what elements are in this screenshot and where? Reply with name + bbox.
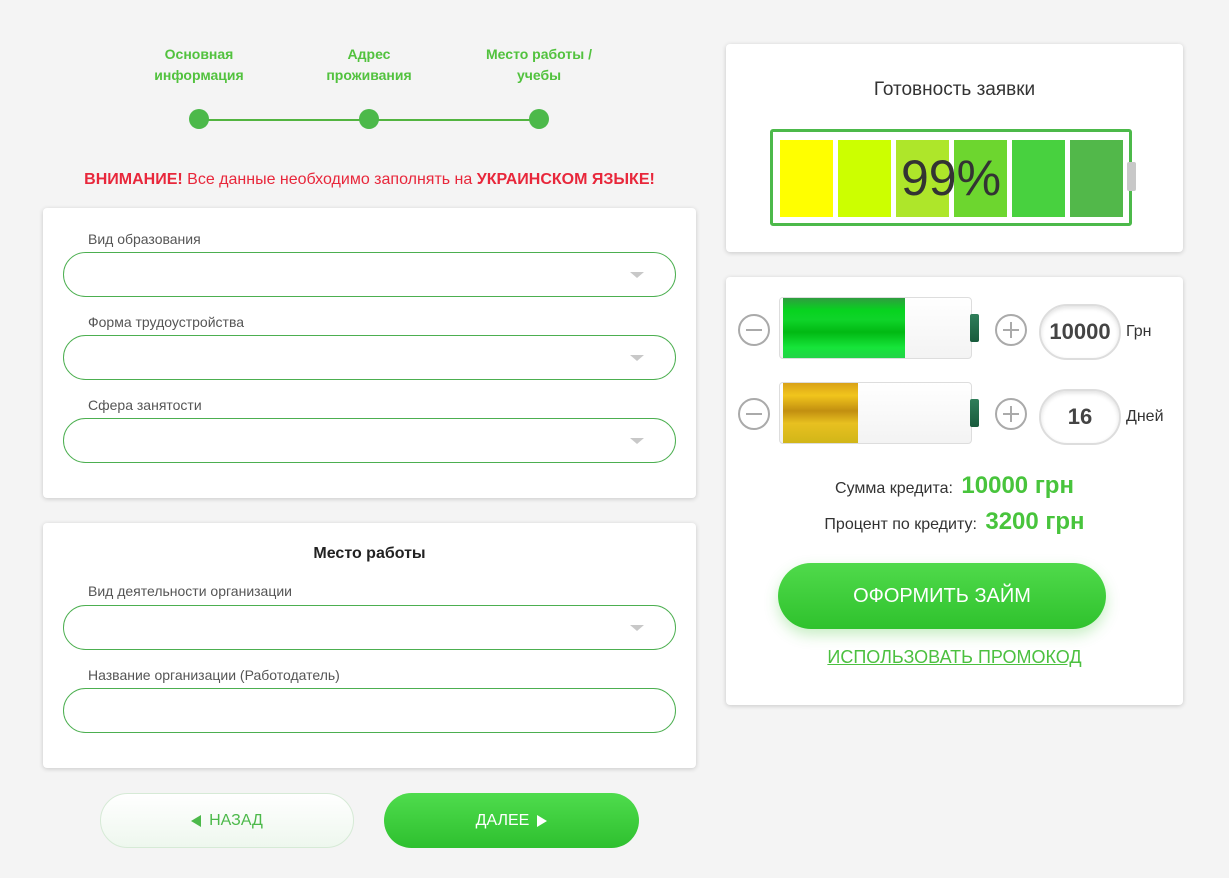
org-name-input[interactable] — [63, 688, 676, 733]
readiness-battery-cap — [1127, 162, 1136, 191]
chevron-down-icon — [630, 625, 644, 631]
interest-value: 3200 грн — [985, 508, 1085, 535]
progress-stepper: Основная информация Адрес проживания Мес… — [138, 44, 598, 134]
workplace-title: Место работы — [313, 545, 426, 562]
step-3-label[interactable]: Место работы / учебы — [474, 44, 604, 86]
back-button-label: Назад — [209, 811, 263, 829]
warning-prefix: ВНИМАНИЕ! — [84, 171, 183, 188]
chevron-down-icon — [630, 355, 644, 361]
interest-row: Процент по кредиту: 3200 грн — [726, 508, 1183, 536]
employment-form-label: Форма трудоустройства — [88, 314, 245, 330]
amount-unit: Грн — [1126, 323, 1152, 340]
org-activity-label: Вид деятельности организации — [88, 583, 293, 599]
readiness-title: Готовность заявки — [873, 79, 1036, 100]
plus-icon-vertical — [1010, 406, 1012, 422]
amount-battery-cap — [970, 314, 979, 342]
arrow-left-icon — [191, 814, 202, 827]
employment-sphere-select[interactable] — [63, 418, 676, 463]
warning-text: Все данные необходимо заполнять на — [182, 171, 477, 188]
next-button-label: Далее — [475, 811, 530, 829]
amount-increase-button[interactable] — [995, 314, 1027, 346]
credit-sum-row: Сумма кредита: 10000 грн — [726, 472, 1183, 500]
back-button[interactable]: Назад — [100, 793, 354, 848]
days-value[interactable]: 16 — [1039, 389, 1121, 445]
language-warning: ВНИМАНИЕ! Все данные необходимо заполнят… — [43, 171, 696, 189]
education-type-label: Вид образования — [88, 231, 201, 247]
days-battery-body — [779, 382, 972, 444]
step-1-dot[interactable] — [189, 109, 209, 129]
days-battery-cap — [970, 399, 979, 427]
minus-icon — [746, 329, 762, 331]
employment-form-select[interactable] — [63, 335, 676, 380]
employment-card: Вид образования Форма трудоустройства Сф… — [43, 208, 696, 498]
warning-emphasis: УКРАИНСКОМ ЯЗЫКЕ! — [476, 171, 655, 188]
education-type-select[interactable] — [63, 252, 676, 297]
days-battery-fill — [783, 383, 858, 443]
days-decrease-button[interactable] — [738, 398, 770, 430]
workplace-card: Место работы Вид деятельности организаци… — [43, 523, 696, 768]
days-slider[interactable] — [779, 382, 979, 444]
amount-slider[interactable] — [779, 297, 979, 359]
days-increase-button[interactable] — [995, 398, 1027, 430]
amount-battery-fill — [783, 298, 905, 358]
chevron-down-icon — [630, 272, 644, 278]
readiness-card: Готовность заявки 99% — [726, 44, 1183, 252]
org-name-label: Название организации (Работодатель) — [88, 667, 340, 683]
readiness-percent: 99% — [900, 150, 1002, 206]
next-button[interactable]: Далее — [384, 793, 639, 848]
step-3-dot[interactable] — [529, 109, 549, 129]
apply-loan-button[interactable]: Оформить займ — [778, 563, 1106, 629]
credit-sum-label: Сумма кредита: — [835, 480, 953, 497]
readiness-battery: 99% — [770, 129, 1132, 226]
apply-loan-label: Оформить займ — [853, 584, 1031, 607]
minus-icon — [746, 413, 762, 415]
amount-value[interactable]: 10000 — [1039, 304, 1121, 360]
plus-icon-vertical — [1010, 322, 1012, 338]
use-promo-link[interactable]: Использовать промокод — [726, 647, 1183, 668]
chevron-down-icon — [630, 438, 644, 444]
step-2-label[interactable]: Адрес проживания — [304, 44, 434, 86]
loan-calculator-card: 10000 Грн 16 Дней Сумма кредита: 10000 г… — [726, 277, 1183, 705]
days-unit: Дней — [1126, 408, 1164, 425]
step-1-label[interactable]: Основная информация — [134, 44, 264, 86]
step-2-dot[interactable] — [359, 109, 379, 129]
amount-battery-body — [779, 297, 972, 359]
credit-sum-value: 10000 грн — [961, 472, 1074, 499]
employment-sphere-label: Сфера занятости — [88, 397, 202, 413]
amount-decrease-button[interactable] — [738, 314, 770, 346]
org-activity-select[interactable] — [63, 605, 676, 650]
interest-label: Процент по кредиту: — [824, 516, 977, 533]
arrow-right-icon — [537, 814, 548, 827]
